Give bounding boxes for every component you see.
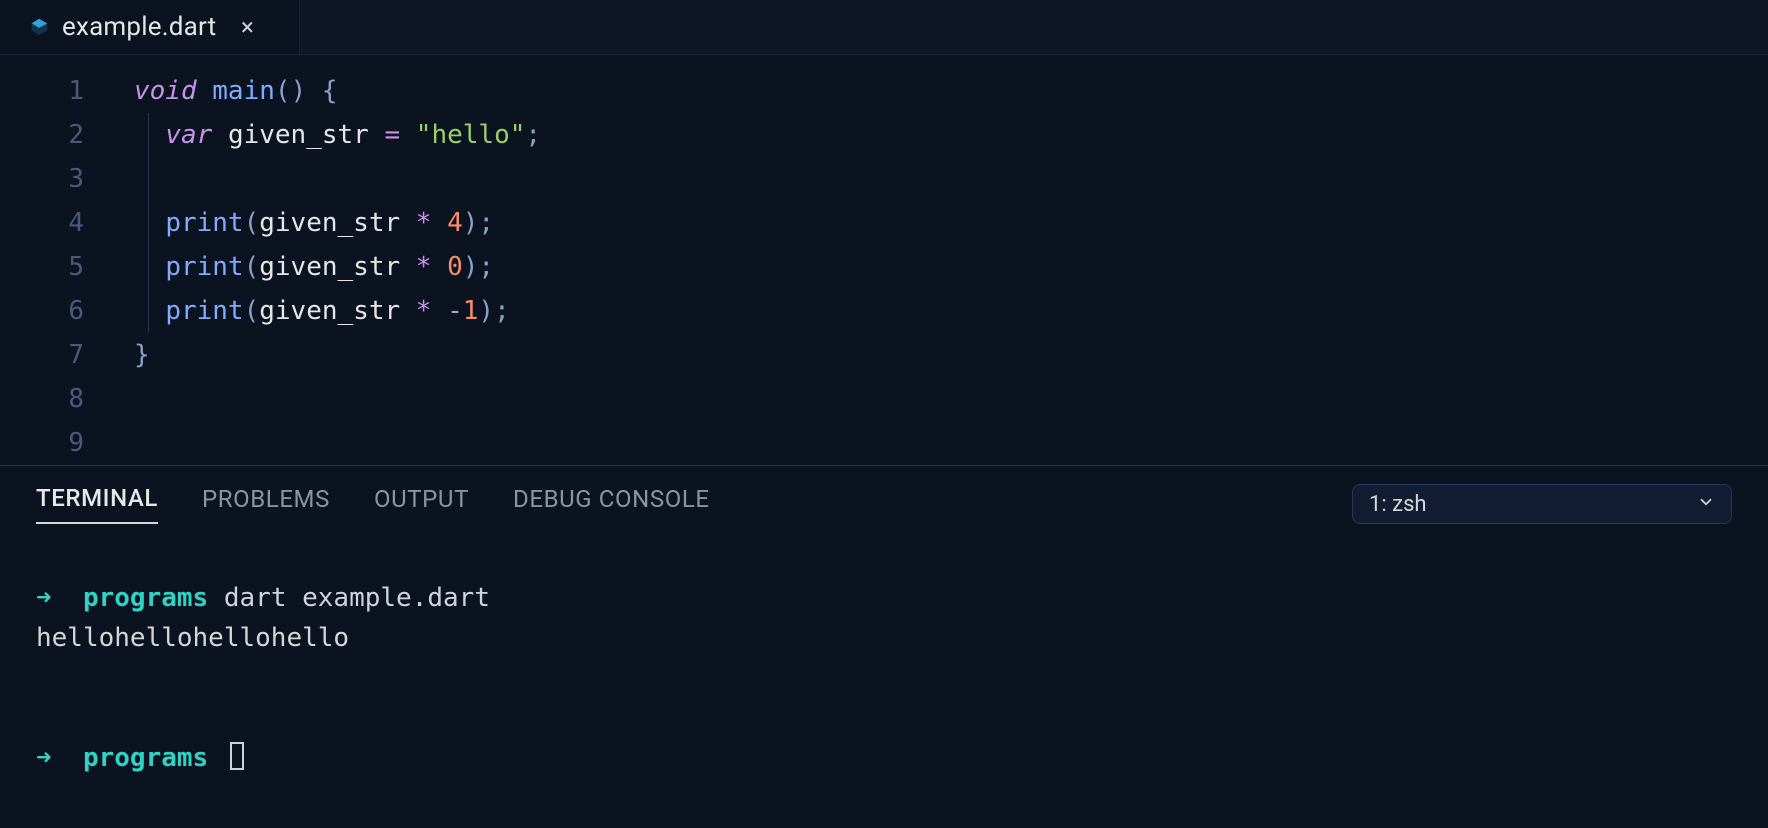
token-punct: ( [244,296,260,326]
token-keyword: var [165,120,212,150]
terminal-shell-select[interactable]: 1: zsh [1352,484,1732,524]
close-icon[interactable]: × [236,16,258,38]
terminal-line: hellohellohellohello [36,618,1732,658]
token-ident: given_str [228,120,369,150]
terminal-line [36,658,1732,698]
indent-guide [148,157,149,201]
token-punct: ( [275,76,291,106]
tab-bar: example.dart × [0,0,1768,55]
shell-select-label: 1: zsh [1369,492,1427,517]
token-punct: ( [244,252,260,282]
token-punct: ; [525,120,541,150]
prompt-arrow-icon: ➜ [36,743,52,773]
line-number: 8 [0,377,84,421]
token-punct: ) [463,208,479,238]
code-editor[interactable]: 1 2 3 4 5 6 7 8 9 void main() { var give… [0,55,1768,466]
code-line[interactable]: } [134,333,1768,377]
terminal-output[interactable]: ➜ programs dart example.dart hellohelloh… [36,578,1732,778]
terminal-line: ➜ programs [36,738,1732,778]
token-ident: given_str [259,208,400,238]
token-ident: given_str [259,296,400,326]
terminal-line: ➜ programs dart example.dart [36,578,1732,618]
line-number: 3 [0,157,84,201]
token-function: print [165,296,243,326]
prompt-arrow-icon: ➜ [36,583,52,613]
token-punct: ; [478,252,494,282]
token-punct: ) [478,296,494,326]
prompt-dir: programs [83,743,208,773]
code-line[interactable]: print(given_str * 0); [134,245,1768,289]
line-number: 1 [0,69,84,113]
tab-example-dart[interactable]: example.dart × [0,0,300,54]
code-line[interactable] [134,157,1768,201]
panel-tab-output[interactable]: OUTPUT [374,485,469,523]
terminal-line [36,698,1732,738]
token-punct: ) [291,76,307,106]
token-punct: ) [463,252,479,282]
token-op: * [416,252,432,282]
code-line[interactable] [134,377,1768,421]
panel-tab-debug-console[interactable]: DEBUG CONSOLE [513,485,710,523]
line-number: 5 [0,245,84,289]
panel-tab-row: TERMINAL PROBLEMS OUTPUT DEBUG CONSOLE 1… [36,484,1732,524]
chevron-down-icon [1697,493,1715,515]
code-area[interactable]: void main() { var given_str = "hello"; p… [110,69,1768,465]
panel-tab-problems[interactable]: PROBLEMS [202,485,330,523]
prompt-dir: programs [83,583,208,613]
terminal-cursor[interactable] [230,742,244,770]
token-brace: { [322,76,338,106]
token-number: 0 [447,252,463,282]
token-number: 4 [447,208,463,238]
code-line[interactable]: var given_str = "hello"; [134,113,1768,157]
token-function: print [165,252,243,282]
line-number: 4 [0,201,84,245]
token-function: main [212,76,275,106]
token-function: print [165,208,243,238]
tab-filename: example.dart [62,12,216,42]
line-number-gutter: 1 2 3 4 5 6 7 8 9 [0,69,110,465]
indent-guide [148,245,149,289]
line-number: 2 [0,113,84,157]
token-keyword: void [134,76,197,106]
token-ident: given_str [259,252,400,282]
token-op: - [447,296,463,326]
terminal-stdout: hellohellohellohello [36,623,349,653]
dart-file-icon [28,16,50,38]
token-brace: } [134,340,150,370]
indent-guide [148,113,149,157]
indent-guide [148,289,149,333]
token-string: "hello" [416,120,526,150]
token-op: * [416,296,432,326]
token-punct: ( [244,208,260,238]
token-punct: ; [478,208,494,238]
panel-tab-terminal[interactable]: TERMINAL [36,484,158,524]
line-number: 9 [0,421,84,465]
line-number: 6 [0,289,84,333]
code-line[interactable]: print(given_str * 4); [134,201,1768,245]
code-line[interactable]: void main() { [134,69,1768,113]
panel-right-controls: 1: zsh [1352,484,1732,524]
token-op: = [384,120,400,150]
terminal-command: dart example.dart [224,583,490,613]
code-line[interactable] [134,421,1768,465]
token-number: 1 [463,296,479,326]
indent-guide [148,201,149,245]
code-line[interactable]: print(given_str * -1); [134,289,1768,333]
line-number: 7 [0,333,84,377]
token-op: * [416,208,432,238]
bottom-panel: TERMINAL PROBLEMS OUTPUT DEBUG CONSOLE 1… [0,466,1768,778]
token-punct: ; [494,296,510,326]
